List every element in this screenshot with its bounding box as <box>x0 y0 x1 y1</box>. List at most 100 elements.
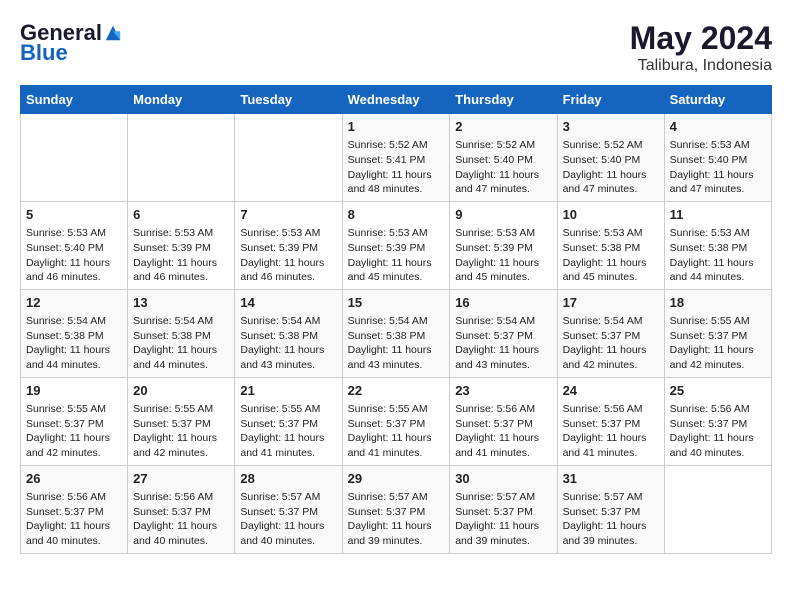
title-area: May 2024 Talibura, Indonesia <box>630 20 772 75</box>
day-info: Sunrise: 5:53 AM Sunset: 5:39 PM Dayligh… <box>240 226 336 285</box>
day-info: Sunrise: 5:53 AM Sunset: 5:39 PM Dayligh… <box>455 226 551 285</box>
day-number: 1 <box>348 118 445 136</box>
day-info: Sunrise: 5:54 AM Sunset: 5:38 PM Dayligh… <box>133 314 229 373</box>
calendar-cell: 27 Sunrise: 5:56 AM Sunset: 5:37 PM Dayli… <box>128 465 235 553</box>
day-info: Sunrise: 5:53 AM Sunset: 5:40 PM Dayligh… <box>26 226 122 285</box>
day-number: 31 <box>563 470 659 488</box>
month-title: May 2024 <box>630 20 772 57</box>
day-number: 6 <box>133 206 229 224</box>
day-number: 29 <box>348 470 445 488</box>
day-info: Sunrise: 5:54 AM Sunset: 5:37 PM Dayligh… <box>563 314 659 373</box>
day-info: Sunrise: 5:55 AM Sunset: 5:37 PM Dayligh… <box>133 402 229 461</box>
calendar-cell: 7 Sunrise: 5:53 AM Sunset: 5:39 PM Daylig… <box>235 201 342 289</box>
calendar-cell: 14Sunrise: 5:54 AM Sunset: 5:38 PM Dayli… <box>235 289 342 377</box>
day-info: Sunrise: 5:57 AM Sunset: 5:37 PM Dayligh… <box>348 490 445 549</box>
day-number: 30 <box>455 470 551 488</box>
logo: General Blue <box>20 20 122 66</box>
day-info: Sunrise: 5:53 AM Sunset: 5:40 PM Dayligh… <box>670 138 766 197</box>
calendar-cell: 12 Sunrise: 5:54 AM Sunset: 5:38 PM Dayli… <box>21 289 128 377</box>
day-info: Sunrise: 5:56 AM Sunset: 5:37 PM Dayligh… <box>26 490 122 549</box>
day-info: Sunrise: 5:53 AM Sunset: 5:38 PM Dayligh… <box>670 226 766 285</box>
day-info: Sunrise: 5:56 AM Sunset: 5:37 PM Dayligh… <box>670 402 766 461</box>
day-number: 10 <box>563 206 659 224</box>
day-info: Sunrise: 5:56 AM Sunset: 5:37 PM Dayligh… <box>455 402 551 461</box>
calendar-cell: 9 Sunrise: 5:53 AM Sunset: 5:39 PM Daylig… <box>450 201 557 289</box>
day-number: 28 <box>240 470 336 488</box>
day-number: 20 <box>133 382 229 400</box>
day-number: 12 <box>26 294 122 312</box>
column-header-wednesday: Wednesday <box>342 86 450 114</box>
calendar-cell: 21Sunrise: 5:55 AM Sunset: 5:37 PM Dayli… <box>235 377 342 465</box>
calendar-cell: 18 Sunrise: 5:55 AM Sunset: 5:37 PM Dayli… <box>664 289 771 377</box>
day-number: 26 <box>26 470 122 488</box>
calendar-cell <box>235 114 342 202</box>
calendar-cell: 1 Sunrise: 5:52 AM Sunset: 5:41 PM Daylig… <box>342 114 450 202</box>
calendar-cell: 2 Sunrise: 5:52 AM Sunset: 5:40 PM Daylig… <box>450 114 557 202</box>
calendar-cell: 26 Sunrise: 5:56 AM Sunset: 5:37 PM Dayli… <box>21 465 128 553</box>
day-number: 11 <box>670 206 766 224</box>
day-number: 4 <box>670 118 766 136</box>
column-header-monday: Monday <box>128 86 235 114</box>
calendar-cell: 23 Sunrise: 5:56 AM Sunset: 5:37 PM Dayli… <box>450 377 557 465</box>
calendar-cell: 5Sunrise: 5:53 AM Sunset: 5:40 PM Daylig… <box>21 201 128 289</box>
column-header-saturday: Saturday <box>664 86 771 114</box>
day-info: Sunrise: 5:53 AM Sunset: 5:39 PM Dayligh… <box>133 226 229 285</box>
column-header-friday: Friday <box>557 86 664 114</box>
column-header-tuesday: Tuesday <box>235 86 342 114</box>
day-info: Sunrise: 5:53 AM Sunset: 5:38 PM Dayligh… <box>563 226 659 285</box>
calendar-week-5: 26 Sunrise: 5:56 AM Sunset: 5:37 PM Dayli… <box>21 465 772 553</box>
page-header: General Blue May 2024 Talibura, Indonesi… <box>20 20 772 75</box>
calendar-cell: 25Sunrise: 5:56 AM Sunset: 5:37 PM Dayli… <box>664 377 771 465</box>
calendar-cell: 15Sunrise: 5:54 AM Sunset: 5:38 PM Dayli… <box>342 289 450 377</box>
calendar-cell: 3 Sunrise: 5:52 AM Sunset: 5:40 PM Daylig… <box>557 114 664 202</box>
day-number: 8 <box>348 206 445 224</box>
day-info: Sunrise: 5:55 AM Sunset: 5:37 PM Dayligh… <box>670 314 766 373</box>
day-info: Sunrise: 5:52 AM Sunset: 5:40 PM Dayligh… <box>455 138 551 197</box>
calendar-cell: 19 Sunrise: 5:55 AM Sunset: 5:37 PM Dayli… <box>21 377 128 465</box>
calendar-cell: 11 Sunrise: 5:53 AM Sunset: 5:38 PM Dayli… <box>664 201 771 289</box>
day-number: 2 <box>455 118 551 136</box>
calendar-cell: 28 Sunrise: 5:57 AM Sunset: 5:37 PM Dayli… <box>235 465 342 553</box>
calendar-table: SundayMondayTuesdayWednesdayThursdayFrid… <box>20 85 772 554</box>
day-number: 3 <box>563 118 659 136</box>
day-info: Sunrise: 5:52 AM Sunset: 5:41 PM Dayligh… <box>348 138 445 197</box>
calendar-cell: 13Sunrise: 5:54 AM Sunset: 5:38 PM Dayli… <box>128 289 235 377</box>
column-header-thursday: Thursday <box>450 86 557 114</box>
day-info: Sunrise: 5:56 AM Sunset: 5:37 PM Dayligh… <box>563 402 659 461</box>
day-info: Sunrise: 5:55 AM Sunset: 5:37 PM Dayligh… <box>26 402 122 461</box>
day-info: Sunrise: 5:55 AM Sunset: 5:37 PM Dayligh… <box>348 402 445 461</box>
calendar-week-3: 12 Sunrise: 5:54 AM Sunset: 5:38 PM Dayli… <box>21 289 772 377</box>
day-info: Sunrise: 5:57 AM Sunset: 5:37 PM Dayligh… <box>563 490 659 549</box>
calendar-cell: 24 Sunrise: 5:56 AM Sunset: 5:37 PM Dayli… <box>557 377 664 465</box>
day-number: 24 <box>563 382 659 400</box>
day-info: Sunrise: 5:54 AM Sunset: 5:38 PM Dayligh… <box>348 314 445 373</box>
calendar-cell: 6 Sunrise: 5:53 AM Sunset: 5:39 PM Daylig… <box>128 201 235 289</box>
day-number: 7 <box>240 206 336 224</box>
header-row: SundayMondayTuesdayWednesdayThursdayFrid… <box>21 86 772 114</box>
day-info: Sunrise: 5:57 AM Sunset: 5:37 PM Dayligh… <box>455 490 551 549</box>
day-info: Sunrise: 5:53 AM Sunset: 5:39 PM Dayligh… <box>348 226 445 285</box>
day-number: 16 <box>455 294 551 312</box>
calendar-cell: 10 Sunrise: 5:53 AM Sunset: 5:38 PM Dayli… <box>557 201 664 289</box>
day-info: Sunrise: 5:57 AM Sunset: 5:37 PM Dayligh… <box>240 490 336 549</box>
day-info: Sunrise: 5:56 AM Sunset: 5:37 PM Dayligh… <box>133 490 229 549</box>
day-info: Sunrise: 5:54 AM Sunset: 5:38 PM Dayligh… <box>26 314 122 373</box>
day-number: 9 <box>455 206 551 224</box>
calendar-week-4: 19 Sunrise: 5:55 AM Sunset: 5:37 PM Dayli… <box>21 377 772 465</box>
calendar-week-1: 1 Sunrise: 5:52 AM Sunset: 5:41 PM Daylig… <box>21 114 772 202</box>
day-info: Sunrise: 5:55 AM Sunset: 5:37 PM Dayligh… <box>240 402 336 461</box>
calendar-cell: 31 Sunrise: 5:57 AM Sunset: 5:37 PM Dayli… <box>557 465 664 553</box>
day-number: 23 <box>455 382 551 400</box>
day-number: 27 <box>133 470 229 488</box>
calendar-cell: 4 Sunrise: 5:53 AM Sunset: 5:40 PM Daylig… <box>664 114 771 202</box>
calendar-cell: 29 Sunrise: 5:57 AM Sunset: 5:37 PM Dayli… <box>342 465 450 553</box>
calendar-cell: 17Sunrise: 5:54 AM Sunset: 5:37 PM Dayli… <box>557 289 664 377</box>
calendar-cell <box>128 114 235 202</box>
logo-icon <box>104 24 122 42</box>
day-info: Sunrise: 5:54 AM Sunset: 5:37 PM Dayligh… <box>455 314 551 373</box>
day-info: Sunrise: 5:52 AM Sunset: 5:40 PM Dayligh… <box>563 138 659 197</box>
day-number: 19 <box>26 382 122 400</box>
calendar-cell <box>21 114 128 202</box>
calendar-cell: 16 Sunrise: 5:54 AM Sunset: 5:37 PM Dayli… <box>450 289 557 377</box>
day-number: 18 <box>670 294 766 312</box>
